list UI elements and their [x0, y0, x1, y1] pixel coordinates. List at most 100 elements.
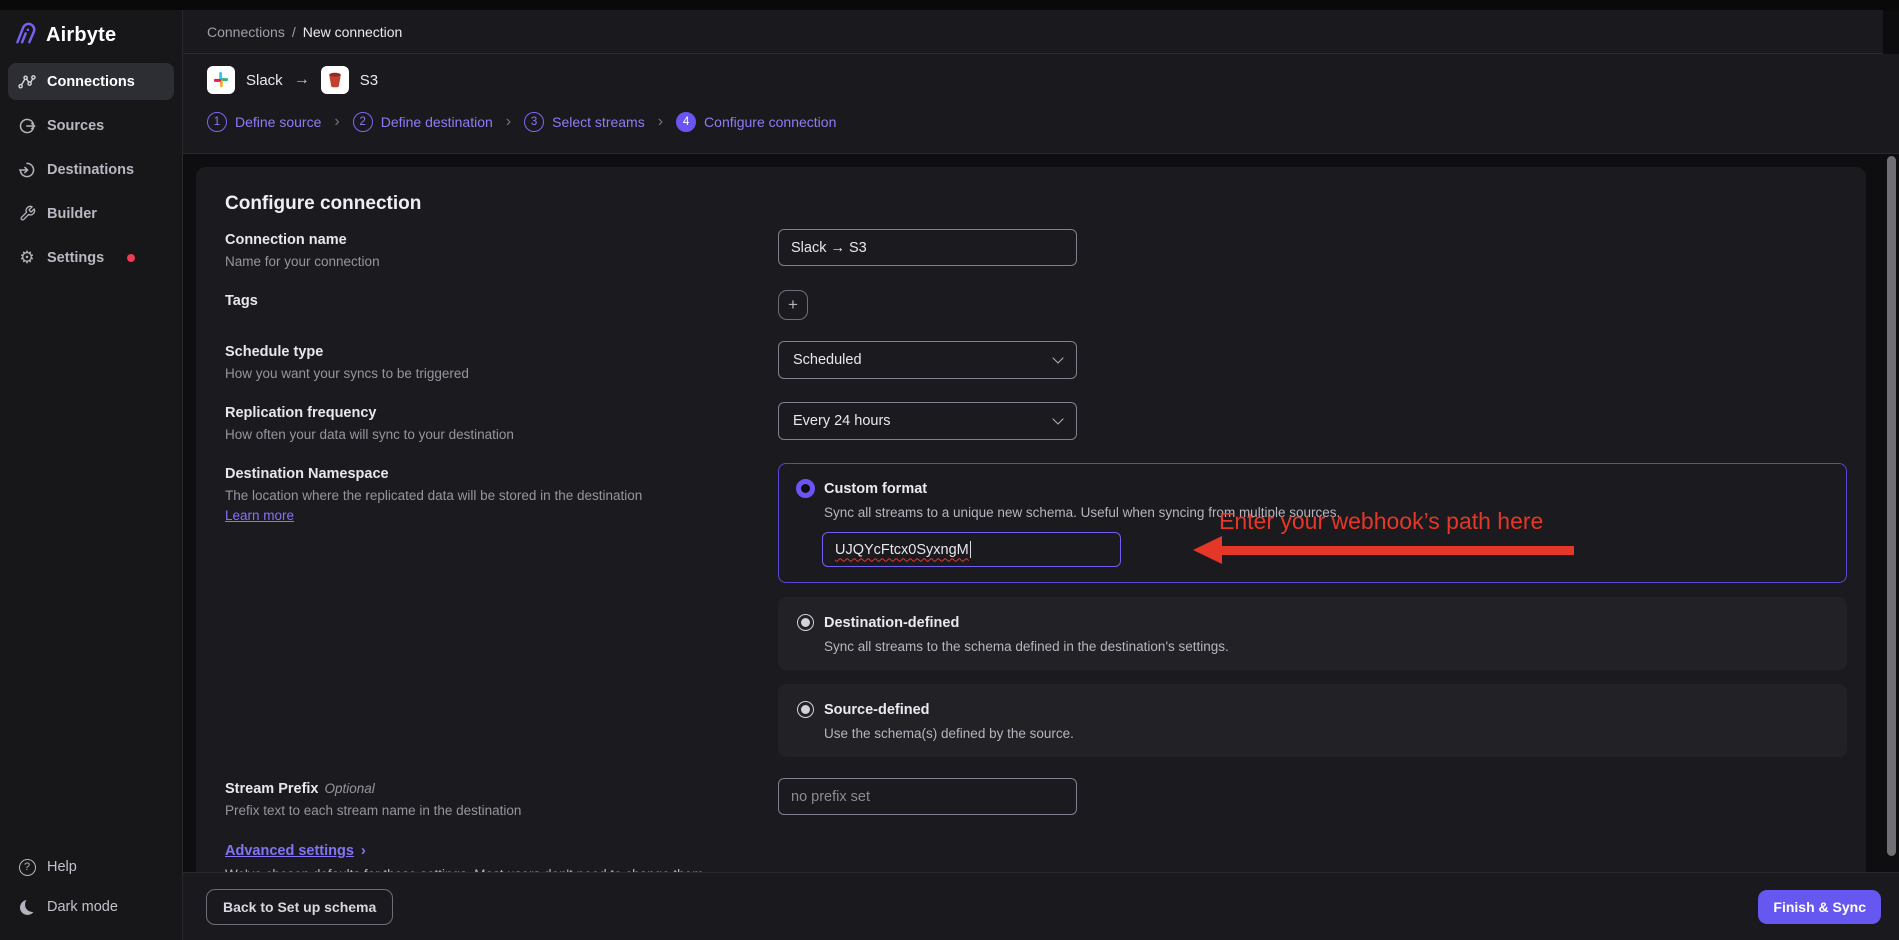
schedule-type-label: Schedule type	[225, 344, 778, 360]
destinations-icon	[18, 161, 36, 179]
sidebar-item-label: Connections	[47, 74, 135, 90]
sidebar-item-label: Builder	[47, 206, 97, 222]
destination-name: S3	[360, 72, 378, 89]
sidebar-item-sources[interactable]: Sources	[8, 107, 174, 144]
add-tag-button[interactable]: +	[778, 290, 808, 320]
connection-name-label: Connection name	[225, 232, 778, 248]
step-select-streams[interactable]: 3 Select streams	[524, 112, 645, 132]
step-configure-connection[interactable]: 4 Configure connection	[676, 112, 836, 132]
chevron-right-icon: ›	[334, 114, 339, 130]
custom-format-value: UJQYcFtcx0SyxngM	[835, 542, 969, 558]
s3-icon	[321, 66, 349, 94]
stream-prefix-input[interactable]	[778, 778, 1077, 815]
tags-row: Tags +	[225, 290, 1847, 320]
replication-frequency-hint: How often your data will sync to your de…	[225, 427, 778, 442]
sidebar-nav: Connections Sources Dest	[0, 59, 182, 280]
namespace-option-destination-defined[interactable]: Destination-defined Sync all streams to …	[778, 597, 1847, 670]
dark-mode-label: Dark mode	[47, 899, 118, 915]
optional-tag: Optional	[325, 781, 375, 796]
schedule-type-value: Scheduled	[793, 352, 862, 368]
advanced-settings-section: Advanced settings › We've chosen defaults…	[225, 842, 1847, 872]
option-description: Sync all streams to the schema defined i…	[824, 639, 1829, 654]
replication-frequency-value: Every 24 hours	[793, 413, 891, 429]
option-title: Destination-defined	[824, 615, 959, 631]
back-button[interactable]: Back to Set up schema	[206, 889, 393, 925]
namespace-label: Destination Namespace	[225, 466, 778, 482]
breadcrumb-separator: /	[292, 24, 296, 40]
connector-header: Slack → S3 1 Define source › 2	[183, 54, 1899, 154]
moon-icon	[18, 900, 36, 915]
radio-selected-icon[interactable]	[796, 479, 815, 498]
chevron-right-icon: ›	[506, 114, 511, 130]
breadcrumb: Connections / New connection	[183, 10, 1899, 54]
step-number: 1	[207, 112, 227, 132]
step-define-source[interactable]: 1 Define source	[207, 112, 321, 132]
sidebar: Airbyte Connections	[0, 10, 183, 940]
stepper: 1 Define source › 2 Define destination ›…	[207, 112, 1899, 132]
chevron-right-icon: ›	[361, 842, 366, 859]
chevron-down-icon	[1052, 413, 1063, 424]
source-name: Slack	[246, 72, 283, 89]
configure-connection-card: Configure connection Connection name Nam…	[196, 167, 1866, 872]
airbyte-app: Airbyte Connections	[0, 0, 1899, 940]
schedule-type-select[interactable]: Scheduled	[778, 341, 1077, 379]
main-area: Connections / New connection Slack →	[183, 10, 1899, 940]
chevron-down-icon	[1052, 352, 1063, 363]
sidebar-item-builder[interactable]: Builder	[8, 195, 174, 232]
learn-more-link[interactable]: Learn more	[225, 508, 294, 523]
stream-prefix-hint: Prefix text to each stream name in the d…	[225, 803, 778, 818]
sources-icon	[18, 117, 36, 135]
notification-dot	[127, 254, 135, 262]
sidebar-item-label: Settings	[47, 250, 104, 266]
vertical-scrollbar[interactable]	[1887, 156, 1896, 856]
airbyte-logo-icon	[10, 19, 37, 51]
option-description: Use the schema(s) defined by the source.	[824, 726, 1829, 741]
advanced-settings-hint: We've chosen defaults for these settings…	[225, 867, 1847, 872]
help-label: Help	[47, 859, 77, 875]
step-label: Configure connection	[704, 114, 836, 130]
annotation-arrow-left-icon	[1193, 536, 1574, 564]
builder-wrench-icon	[18, 205, 36, 222]
schedule-type-hint: How you want your syncs to be triggered	[225, 366, 778, 381]
settings-gear-icon: ⚙	[18, 249, 36, 266]
namespace-option-source-defined[interactable]: Source-defined Use the schema(s) defined…	[778, 684, 1847, 757]
step-number: 4	[676, 112, 696, 132]
replication-frequency-select[interactable]: Every 24 hours	[778, 402, 1077, 440]
finish-and-sync-button[interactable]: Finish & Sync	[1758, 890, 1881, 924]
sidebar-item-label: Destinations	[47, 162, 134, 178]
advanced-settings-link[interactable]: Advanced settings	[225, 843, 354, 859]
step-number: 3	[524, 112, 544, 132]
destination-namespace-row: Destination Namespace The location where…	[225, 463, 1847, 757]
radio-unselected-icon[interactable]	[797, 614, 814, 631]
dark-mode-toggle[interactable]: Dark mode	[8, 890, 174, 924]
slack-icon	[207, 66, 235, 94]
sidebar-item-connections[interactable]: Connections	[8, 63, 174, 100]
connection-name-input[interactable]	[778, 229, 1077, 266]
option-description: Sync all streams to a unique new schema.…	[824, 505, 1829, 520]
chevron-right-icon: ›	[658, 114, 663, 130]
content-area: Configure connection Connection name Nam…	[183, 154, 1899, 872]
connector-row: Slack → S3	[207, 64, 1899, 96]
namespace-option-custom-format[interactable]: Custom format Sync all streams to a uniq…	[778, 463, 1847, 583]
radio-unselected-icon[interactable]	[797, 701, 814, 718]
breadcrumb-connections-link[interactable]: Connections	[207, 24, 285, 40]
namespace-hint: The location where the replicated data w…	[225, 488, 778, 503]
brand: Airbyte	[0, 10, 182, 59]
stream-prefix-row: Stream PrefixOptional Prefix text to eac…	[225, 778, 1847, 818]
page-title: Configure connection	[225, 193, 1847, 215]
tags-label: Tags	[225, 293, 778, 309]
sidebar-item-destinations[interactable]: Destinations	[8, 151, 174, 188]
footer-bar: Back to Set up schema Finish & Sync	[183, 872, 1899, 940]
help-button[interactable]: Help	[8, 850, 174, 884]
step-label: Select streams	[552, 114, 645, 130]
connection-name-hint: Name for your connection	[225, 254, 778, 269]
custom-format-input[interactable]: UJQYcFtcx0SyxngM	[822, 532, 1121, 567]
arrow-right-icon: →	[294, 71, 310, 89]
sidebar-item-settings[interactable]: ⚙ Settings	[8, 239, 174, 276]
step-define-destination[interactable]: 2 Define destination	[353, 112, 493, 132]
connections-icon	[18, 73, 36, 91]
breadcrumb-current: New connection	[303, 24, 403, 40]
replication-frequency-row: Replication frequency How often your dat…	[225, 402, 1847, 442]
option-title: Custom format	[824, 481, 927, 497]
connection-name-row: Connection name Name for your connection	[225, 229, 1847, 269]
